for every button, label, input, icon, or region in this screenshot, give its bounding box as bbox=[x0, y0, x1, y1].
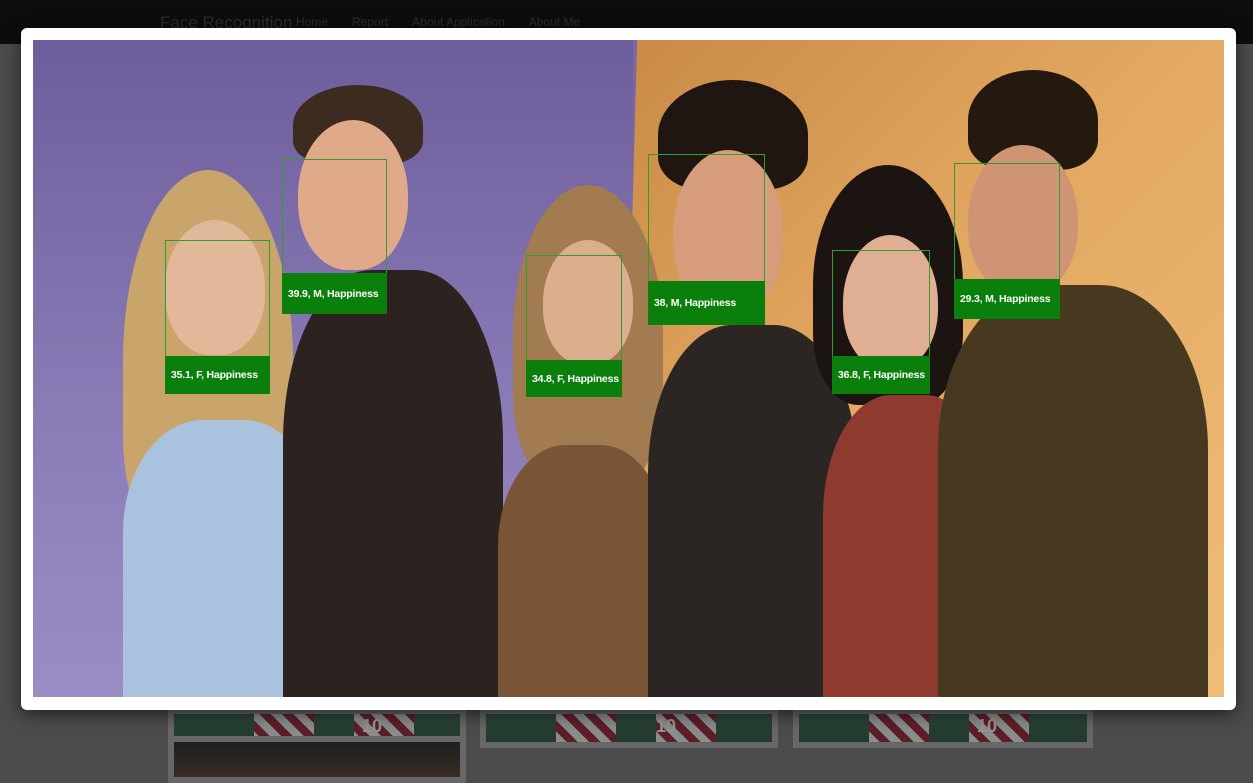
jersey-number: 10 bbox=[977, 716, 998, 736]
face-bounding-box[interactable] bbox=[165, 240, 270, 357]
analyzed-photo[interactable]: 35.1, F, Happiness 39.9, M, Happiness 34… bbox=[33, 40, 1224, 697]
thumbnail-image bbox=[486, 714, 772, 742]
image-modal: 35.1, F, Happiness 39.9, M, Happiness 34… bbox=[21, 28, 1236, 710]
face-bounding-box[interactable] bbox=[832, 250, 930, 357]
person-body bbox=[283, 270, 503, 697]
gallery-thumbnail[interactable]: 10 bbox=[793, 708, 1093, 748]
gallery-thumbnail[interactable]: 10 bbox=[480, 708, 778, 748]
nav-link-about-me[interactable]: About Me bbox=[529, 15, 580, 29]
nav-link-report[interactable]: Report bbox=[352, 15, 388, 29]
nav-links: Home Report About Application About Me bbox=[296, 15, 580, 29]
face-bounding-box[interactable] bbox=[526, 255, 622, 361]
detection-label: 36.8, F, Happiness bbox=[832, 356, 930, 394]
face-bounding-box[interactable] bbox=[648, 154, 765, 282]
jersey-number: 10 bbox=[362, 716, 383, 736]
jersey-number: 10 bbox=[656, 716, 677, 736]
thumbnail-image bbox=[799, 714, 1087, 742]
detection-label: 29.3, M, Happiness bbox=[954, 279, 1060, 319]
face-bounding-box[interactable] bbox=[954, 163, 1060, 280]
thumbnail-jersey bbox=[869, 714, 929, 742]
nav-link-about-application[interactable]: About Application bbox=[412, 15, 505, 29]
detection-label: 34.8, F, Happiness bbox=[526, 360, 622, 397]
gallery-thumbnail[interactable] bbox=[168, 736, 466, 783]
detection-label: 39.9, M, Happiness bbox=[282, 273, 387, 314]
detection-label: 38, M, Happiness bbox=[648, 281, 765, 325]
nav-link-home[interactable]: Home bbox=[296, 15, 328, 29]
detection-label: 35.1, F, Happiness bbox=[165, 356, 270, 394]
person-body bbox=[938, 285, 1208, 697]
thumbnail-jersey bbox=[556, 714, 616, 742]
person-body bbox=[498, 445, 668, 697]
face-bounding-box[interactable] bbox=[282, 159, 387, 274]
thumbnail-image bbox=[174, 742, 460, 777]
